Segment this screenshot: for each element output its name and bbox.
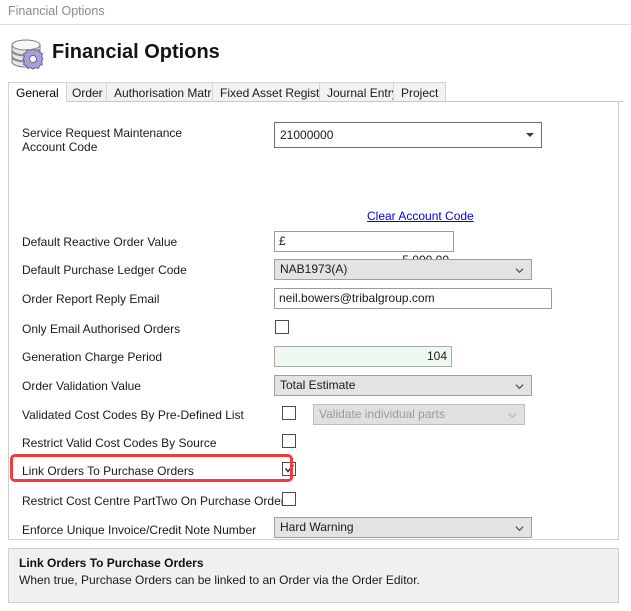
restrict-valid-cost-codes-by-source-checkbox[interactable]: [282, 434, 296, 448]
order-validation-value-dropdown[interactable]: Total Estimate: [274, 375, 532, 396]
generation-charge-period-input[interactable]: 104: [274, 346, 452, 367]
link-orders-to-purchase-orders-checkbox[interactable]: [282, 462, 296, 476]
enforce-unique-invoice-number-dropdown[interactable]: Hard Warning: [274, 517, 532, 538]
validated-cost-codes-by-predefined-list-checkbox[interactable]: [282, 406, 296, 420]
default-purchase-ledger-code-dropdown[interactable]: NAB1973(A): [274, 259, 532, 280]
help-description: When true, Purchase Orders can be linked…: [19, 573, 420, 587]
label-service-request-account-code: Service Request Maintenance Account Code: [22, 126, 183, 154]
validated-cost-codes-mode-dropdown: Validate individual parts: [313, 404, 525, 425]
label-only-email-authorised-orders: Only Email Authorised Orders: [22, 322, 181, 336]
default-reactive-order-value-input[interactable]: £ 5,000.00: [274, 231, 454, 267]
chevron-down-icon: [508, 412, 517, 418]
page-header: Financial Options: [0, 26, 631, 82]
order-report-reply-email-input[interactable]: neil.bowers@tribalgroup.com: [274, 288, 552, 309]
clear-account-code-link[interactable]: Clear Account Code: [367, 209, 474, 223]
generation-charge-period-value: 104: [426, 349, 447, 363]
chevron-down-icon: [515, 267, 524, 273]
label-order-validation-value: Order Validation Value: [22, 379, 141, 393]
tab-general[interactable]: General: [8, 82, 67, 102]
label-restrict-cost-centre-parttwo: Restrict Cost Centre PartTwo On Purchase…: [22, 494, 291, 508]
label-validated-cost-codes-by-predefined-list: Validated Cost Codes By Pre-Defined List: [22, 408, 244, 422]
general-tab-panel: Service Request Maintenance Account Code…: [8, 102, 619, 540]
coins-gear-icon: [9, 35, 49, 75]
help-panel: Link Orders To Purchase Orders When true…: [8, 548, 619, 603]
service-request-account-code-value: 21000000: [280, 128, 334, 142]
tab-strip: General Order Authorisation Matrix Fixed…: [8, 82, 623, 102]
window-title-text: Financial Options: [8, 4, 105, 18]
currency-symbol: £: [279, 234, 286, 248]
chevron-down-icon: [526, 133, 534, 137]
default-purchase-ledger-code-value: NAB1973(A): [280, 262, 348, 276]
order-report-reply-email-value: neil.bowers@tribalgroup.com: [279, 291, 435, 305]
label-link-orders-to-purchase-orders: Link Orders To Purchase Orders: [22, 464, 194, 478]
label-enforce-unique-invoice-number: Enforce Unique Invoice/Credit Note Numbe…: [22, 523, 257, 537]
label-default-purchase-ledger-code: Default Purchase Ledger Code: [22, 263, 187, 277]
restrict-cost-centre-parttwo-checkbox[interactable]: [282, 492, 296, 506]
window-title-bar: Financial Options: [0, 0, 631, 25]
label-restrict-valid-cost-codes-by-source: Restrict Valid Cost Codes By Source: [22, 436, 217, 450]
tab-order[interactable]: Order: [64, 82, 111, 102]
order-validation-value-value: Total Estimate: [280, 378, 356, 392]
label-generation-charge-period: Generation Charge Period: [22, 350, 163, 364]
enforce-unique-invoice-number-value: Hard Warning: [280, 520, 354, 534]
only-email-authorised-orders-checkbox[interactable]: [275, 320, 289, 334]
chevron-down-icon: [515, 383, 524, 389]
service-request-account-code-combobox[interactable]: 21000000: [274, 122, 542, 148]
label-default-reactive-order-value: Default Reactive Order Value: [22, 235, 178, 249]
page-title: Financial Options: [52, 41, 220, 63]
validated-cost-codes-mode-value: Validate individual parts: [319, 407, 445, 421]
help-title: Link Orders To Purchase Orders: [19, 556, 204, 570]
checkmark-icon: [284, 464, 295, 473]
tab-project[interactable]: Project: [393, 82, 447, 102]
tab-authorisation-matrix[interactable]: Authorisation Matrix: [106, 82, 229, 102]
label-order-report-reply-email: Order Report Reply Email: [22, 292, 160, 306]
chevron-down-icon: [515, 525, 524, 531]
